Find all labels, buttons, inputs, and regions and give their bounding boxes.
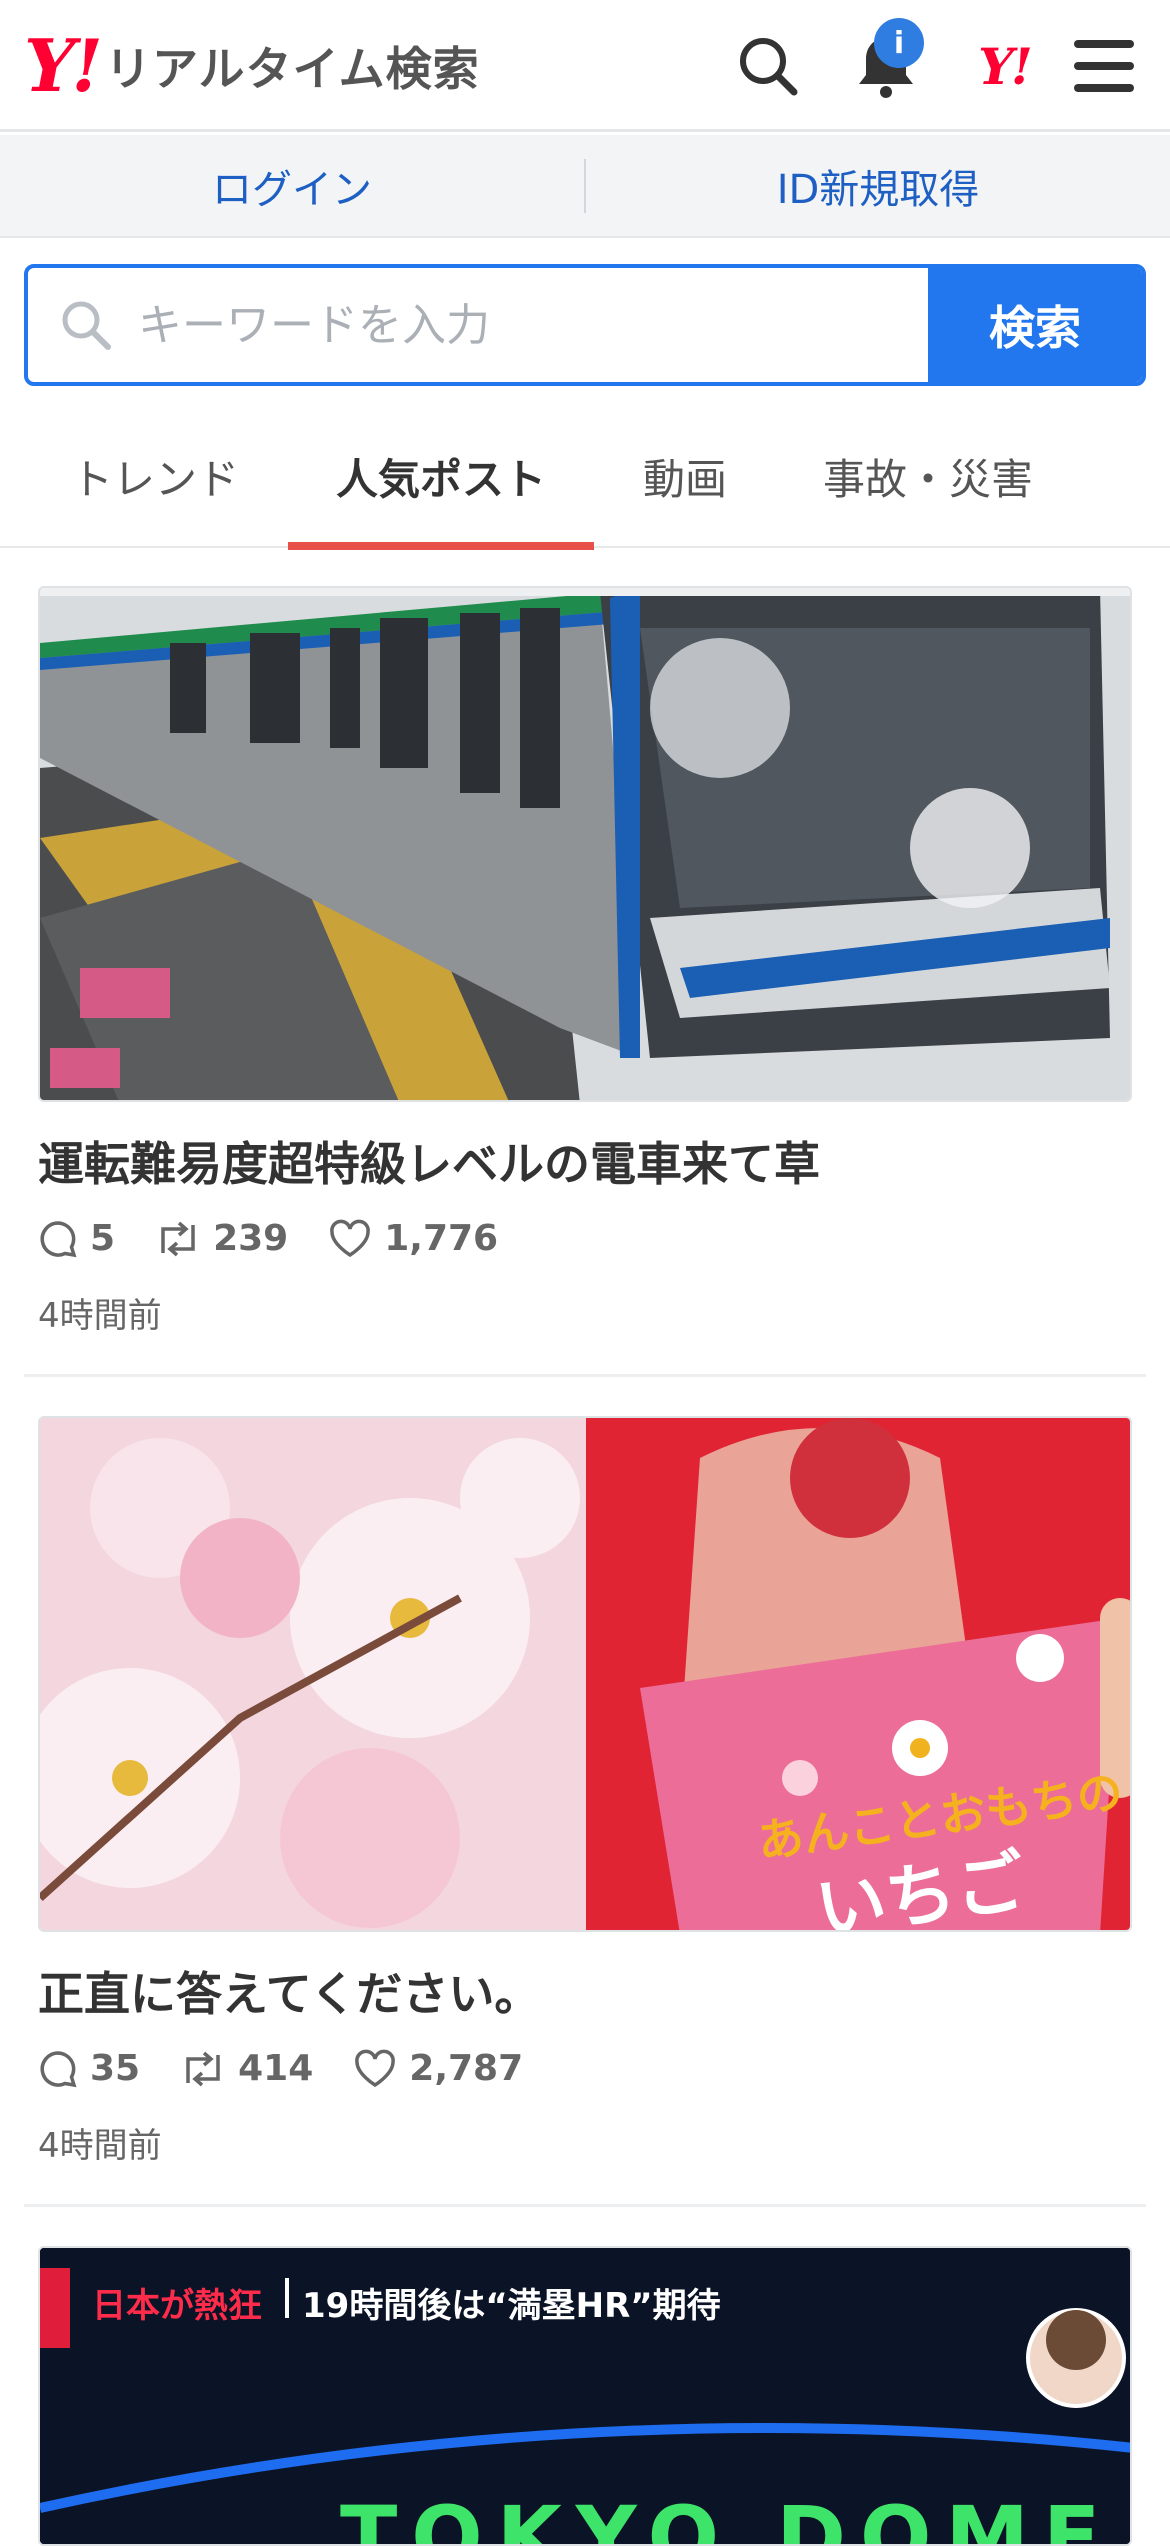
- login-bar: ログイン ID新規取得: [0, 135, 1170, 238]
- like-count[interactable]: 2,787: [353, 2048, 523, 2089]
- search-bar: 検索: [24, 264, 1146, 386]
- repost-count-value: 239: [213, 1218, 289, 1259]
- repost-count[interactable]: 239: [155, 1218, 288, 1259]
- logo-y-mark: Y!: [24, 23, 103, 108]
- post-stats: 5 239 1,776: [38, 1218, 538, 1259]
- yahoo-home-icon[interactable]: Y!: [966, 28, 1042, 104]
- repost-count[interactable]: 414: [180, 2048, 313, 2089]
- broadcast-caption-3: TOKYO DOME: [340, 2488, 1115, 2546]
- active-tab-indicator: [288, 542, 594, 550]
- tab-popular-posts[interactable]: 人気ポスト: [288, 404, 594, 550]
- heart-icon: [330, 1219, 371, 1257]
- post-divider: [24, 2204, 1146, 2207]
- post-card[interactable]: 日本が熱狂 19時間後は“満塁HR”期待 TOKYO DOME: [24, 2246, 1146, 2546]
- broadcast-caption-1: 日本が熱狂: [92, 2286, 262, 2326]
- tab-video[interactable]: 動画: [600, 404, 770, 548]
- reply-count-value: 5: [90, 1218, 116, 1259]
- repost-icon: [161, 1221, 195, 1256]
- post-image[interactable]: 日本が熱狂 19時間後は“満塁HR”期待 TOKYO DOME: [38, 2246, 1132, 2546]
- like-count-value: 1,776: [384, 1218, 499, 1259]
- search-button[interactable]: 検索: [928, 268, 1142, 382]
- yahoo-realtime-logo[interactable]: Y! リアルタイム検索: [24, 28, 480, 104]
- like-count[interactable]: 1,776: [328, 1218, 498, 1259]
- menu-icon[interactable]: [1066, 28, 1142, 104]
- post-image[interactable]: [38, 586, 1132, 1102]
- search-input[interactable]: [138, 299, 898, 351]
- like-count-value: 2,787: [409, 2048, 524, 2089]
- broadcast-caption-separator: [285, 2278, 289, 2318]
- reply-count[interactable]: 35: [38, 2048, 140, 2089]
- post-card[interactable]: 運転難易度超特級レベルの電車来て草 5 239 1,776 4時間前: [24, 586, 1146, 1346]
- tab-popular-posts-label: 人気ポスト: [335, 454, 546, 504]
- post-title[interactable]: 正直に答えてください。: [38, 1958, 540, 2024]
- search-icon[interactable]: [730, 28, 806, 104]
- post-image[interactable]: あんことおもちの いちご: [38, 1416, 1132, 1932]
- post-stats: 35 414 2,787: [38, 2048, 563, 2089]
- search-field[interactable]: [28, 268, 928, 382]
- reply-count[interactable]: 5: [38, 1218, 115, 1259]
- post-divider: [24, 1374, 1146, 1377]
- reply-icon: [40, 1220, 77, 1257]
- repost-icon: [186, 2051, 220, 2086]
- logo-text: リアルタイム検索: [105, 42, 480, 96]
- tab-trend[interactable]: トレンド: [40, 404, 270, 548]
- yahoo-mark: Y!: [978, 36, 1033, 96]
- search-field-icon: [62, 301, 111, 350]
- reply-count-value: 35: [90, 2048, 141, 2089]
- post-title[interactable]: 運転難易度超特級レベルの電車来て草: [38, 1128, 820, 1194]
- heart-icon: [355, 2049, 396, 2087]
- register-link[interactable]: ID新規取得: [586, 157, 1170, 215]
- reply-icon: [40, 2050, 77, 2087]
- post-time: 4時間前: [38, 2126, 162, 2166]
- post-card[interactable]: あんことおもちの いちご 正直に答えてください。 35 414 2,787 4時…: [24, 1416, 1146, 2176]
- post-time: 4時間前: [38, 1296, 162, 1336]
- category-tabs: トレンド 人気ポスト 動画 事故・災害: [0, 404, 1170, 550]
- app-header: Y! リアルタイム検索 i Y!: [0, 0, 1170, 132]
- broadcast-caption-2: 19時間後は“満塁HR”期待: [302, 2286, 721, 2326]
- login-link[interactable]: ログイン: [0, 157, 584, 215]
- repost-count-value: 414: [238, 2048, 314, 2089]
- notification-badge: i: [874, 18, 924, 68]
- bell-icon[interactable]: i: [848, 18, 924, 104]
- tab-accidents-disasters[interactable]: 事故・災害: [800, 404, 1056, 548]
